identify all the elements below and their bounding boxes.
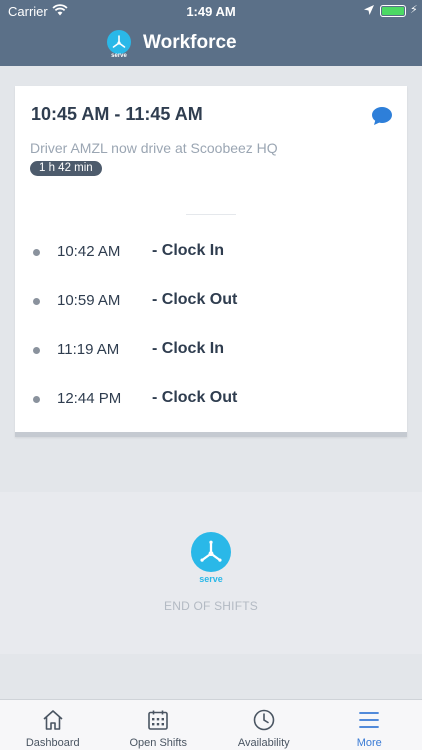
home-icon [0,709,106,736]
shift-card[interactable]: 10:45 AM - 11:45 AM Driver AMZL now driv… [15,86,407,437]
timeline-dot-icon [33,396,40,403]
event-time: 10:42 AM [57,243,121,260]
tab-dashboard[interactable]: Dashboard [0,700,106,750]
shift-description: Driver AMZL now drive at Scoobeez HQ [30,140,278,156]
status-bar: Carrier 1:49 AM ⚡ [0,0,422,22]
tab-more[interactable]: More [317,700,422,750]
tab-open-shifts[interactable]: Open Shifts [106,700,212,750]
divider [186,214,236,215]
timeline-event: 10:59 AM - Clock Out [15,289,407,313]
tab-label: Open Shifts [129,737,187,749]
tab-availability[interactable]: Availability [211,700,317,750]
nav-bar: serve Workforce [0,22,422,66]
clock-icon [211,709,317,736]
charging-bolt-icon: ⚡ [410,4,418,16]
page-title: Workforce [143,32,237,53]
logo-text: serve [199,574,223,584]
timeline-dot-icon [33,249,40,256]
status-time: 1:49 AM [186,4,236,19]
event-time: 10:59 AM [57,292,121,309]
timeline-event: 11:19 AM - Clock In [15,338,407,362]
end-of-shifts-section: serve END OF SHIFTS [0,492,422,654]
tab-label: Dashboard [25,737,80,749]
event-action: - Clock In [152,340,225,357]
duration-badge: 1 h 42 min [30,161,102,176]
event-time: 11:19 AM [57,341,120,358]
shift-time-range: 10:45 AM - 11:45 AM [31,104,203,124]
battery-icon [380,5,406,17]
serve-logo-icon [107,30,131,54]
tab-label: Availability [237,737,290,749]
location-arrow-icon [363,4,375,19]
app-header: Carrier 1:49 AM ⚡ serve Workforce [0,0,422,66]
menu-icon [317,709,422,736]
event-time: 12:44 PM [57,390,122,407]
chat-bubble-icon[interactable] [371,106,393,131]
tab-label: More [356,737,382,749]
tab-bar: Dashboard Open Shifts Availability More [0,699,422,750]
timeline-event: 12:44 PM - Clock Out [15,387,407,411]
timeline-dot-icon [33,298,40,305]
event-action: - Clock Out [152,389,238,406]
end-of-shifts-label: END OF SHIFTS [164,599,258,613]
event-action: - Clock In [152,242,225,259]
timeline-event: 10:42 AM - Clock In [15,240,407,264]
timeline-dot-icon [33,347,40,354]
serve-logo-icon [191,532,231,572]
event-action: - Clock Out [152,291,238,308]
calendar-icon [106,709,212,736]
logo-text: serve [111,53,127,59]
